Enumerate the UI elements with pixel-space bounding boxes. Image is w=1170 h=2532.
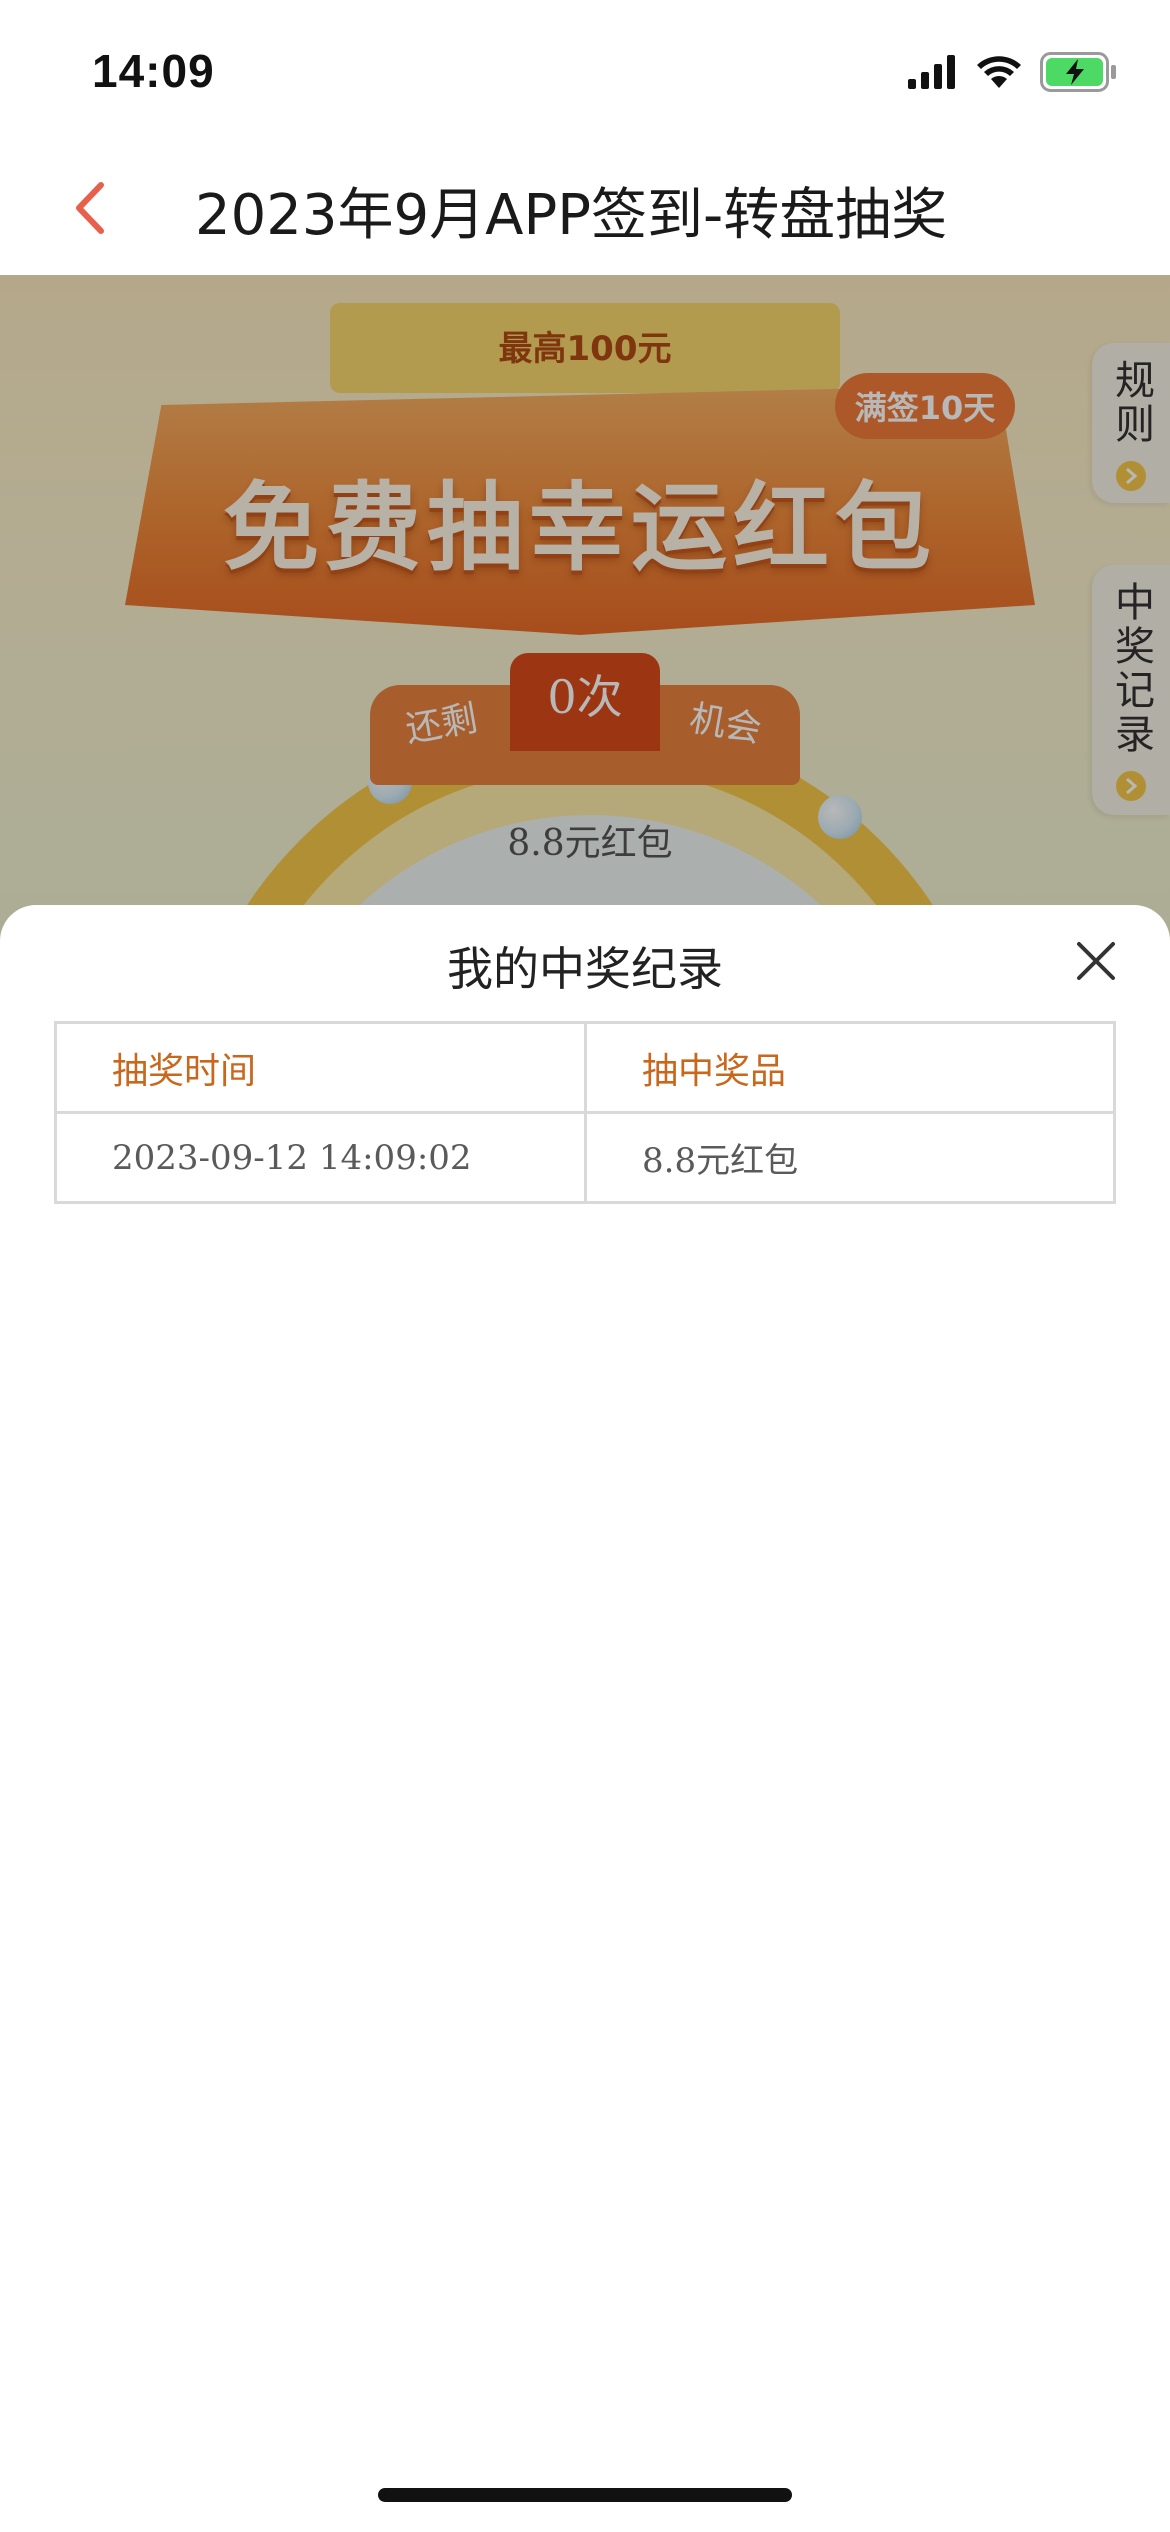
status-time: 14:09 [92, 45, 215, 97]
modal-overlay[interactable] [0, 275, 1170, 975]
chevron-left-icon [73, 181, 107, 239]
battery-charging-icon [1040, 52, 1118, 96]
sheet-title: 我的中奖纪录 [447, 942, 723, 996]
records-table: 抽奖时间 抽中奖品 2023-09-12 14:09:02 8.8元红包 [54, 1021, 1116, 1204]
table-header-row: 抽奖时间 抽中奖品 [54, 1021, 1116, 1114]
close-icon [1076, 941, 1116, 985]
status-icons [908, 52, 1118, 96]
records-sheet: 我的中奖纪录 抽奖时间 抽中奖品 2023-09-12 14:09:02 8.8… [0, 905, 1170, 2532]
cellular-signal-icon [908, 55, 958, 93]
page-title: 2023年9月APP签到-转盘抽奖 [195, 183, 948, 248]
wifi-icon [976, 54, 1022, 94]
record-time: 2023-09-12 14:09:02 [54, 1111, 587, 1204]
column-header-time: 抽奖时间 [54, 1021, 587, 1114]
close-button[interactable] [1064, 931, 1128, 995]
record-prize: 8.8元红包 [584, 1111, 1116, 1204]
status-bar: 14:09 [0, 0, 1170, 140]
column-header-prize: 抽中奖品 [584, 1021, 1116, 1114]
nav-bar: 2023年9月APP签到-转盘抽奖 [0, 140, 1170, 275]
back-button[interactable] [60, 175, 120, 245]
home-indicator [378, 2488, 792, 2502]
table-row: 2023-09-12 14:09:02 8.8元红包 [54, 1111, 1116, 1204]
